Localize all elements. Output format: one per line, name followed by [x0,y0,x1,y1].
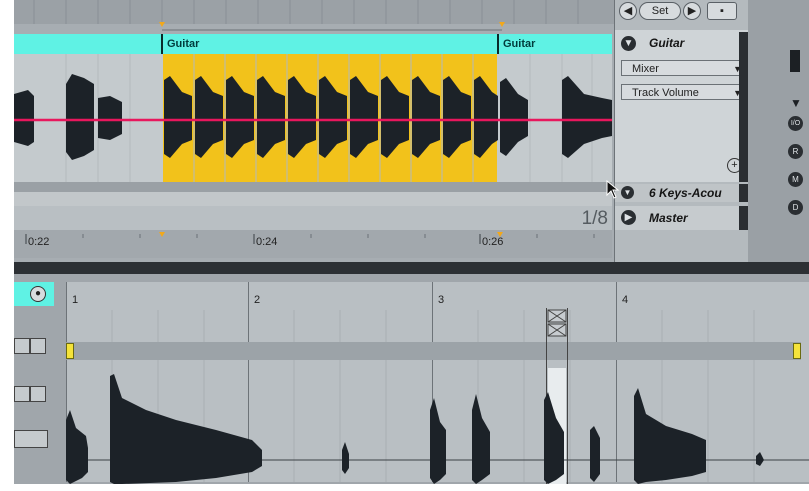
track-fold-icon[interactable]: ▼ [621,36,636,51]
set-label: Set [651,5,669,17]
parameter-chooser-value: Track Volume [632,87,699,99]
ruler-ticks [25,232,595,244]
clip-control-box[interactable] [30,386,46,402]
top-grid-lines [33,0,579,24]
master-track-header[interactable]: ▶ Master [615,206,749,230]
next-locator-button[interactable]: ▶ [683,2,701,20]
set-locator-button[interactable]: Set [639,2,681,20]
clip-name: Guitar [167,38,200,50]
keys-track-header[interactable]: ▼ 6 Keys-Acou [615,184,749,202]
track-header-panel: ◀ Set ▶ ▪ ▼ Guitar Mixer ▼ Track Volume ▼ … [614,0,749,262]
parameter-chooser[interactable]: Track Volume ▼ [621,84,747,100]
clip-label-guitar-1[interactable]: Guitar [161,34,497,54]
time-ruler[interactable]: 0:22 0:24 0:26 [14,230,612,258]
returns-label: R [792,147,799,156]
track-name[interactable]: 6 Keys-Acou [649,186,722,200]
view-selector-strip: ▼ I/O R M D [748,0,809,262]
clip-control-field[interactable] [14,430,48,448]
guitar-track-header[interactable]: ▼ Guitar Mixer ▼ Track Volume ▼ + [615,30,749,182]
clip-name: Guitar [503,38,536,50]
ableton-live-window: Guitar Guitar 1/8 0:22 0:24 0:26 ◀ Set ▶… [14,0,809,484]
delay-label: D [792,203,799,212]
track-expand-icon[interactable]: ▶ [621,210,636,225]
clip-label-guitar-2[interactable]: Guitar [497,34,612,54]
loop-start-marker[interactable] [66,343,74,359]
mouse-cursor-icon [606,180,620,199]
collapse-bar[interactable] [790,50,800,72]
track-fold-icon[interactable]: ▼ [621,186,634,199]
clip-waveform[interactable] [66,370,809,484]
prev-locator-button[interactable]: ◀ [619,2,637,20]
io-label: I/O [790,120,801,127]
clip-control-box[interactable] [14,338,30,354]
device-chooser-value: Mixer [632,63,659,75]
ruler-label: 0:24 [256,236,278,248]
loop-brace-bar[interactable] [66,342,801,360]
clip-control-box[interactable] [14,386,30,402]
track-name[interactable]: Master [649,211,688,225]
view-divider [14,262,809,274]
master-lane: 1/8 [14,206,612,230]
ruler-label: 0:22 [28,236,50,248]
io-toggle-icon[interactable]: I/O [788,116,803,131]
returns-toggle-icon[interactable]: R [788,144,803,159]
delay-toggle-icon[interactable]: D [788,200,803,215]
track-name[interactable]: Guitar [649,36,684,50]
guitar-waveform[interactable] [14,54,612,182]
device-chooser[interactable]: Mixer ▼ [621,60,747,76]
next-track-lane [14,192,612,206]
top-grid-strip [14,0,614,24]
mixer-toggle-icon[interactable]: M [788,172,803,187]
clip-detail-view: ● 1 2 3 4 [14,274,809,484]
fold-triangle-icon[interactable]: ▼ [790,96,802,110]
track-divider [14,182,612,192]
clip-activator-icon[interactable]: ● [30,286,46,302]
clip-control-box[interactable] [30,338,46,354]
arrangement-view: Guitar Guitar 1/8 0:22 0:24 0:26 ◀ Set ▶… [14,0,809,262]
clip-view-header: ● [14,282,54,306]
lock-button[interactable]: ▪ [707,2,737,20]
ruler-label: 0:26 [482,236,504,248]
mixer-label: M [792,175,799,184]
loop-end-marker[interactable] [793,343,801,359]
quantize-readout[interactable]: 1/8 [582,208,608,230]
